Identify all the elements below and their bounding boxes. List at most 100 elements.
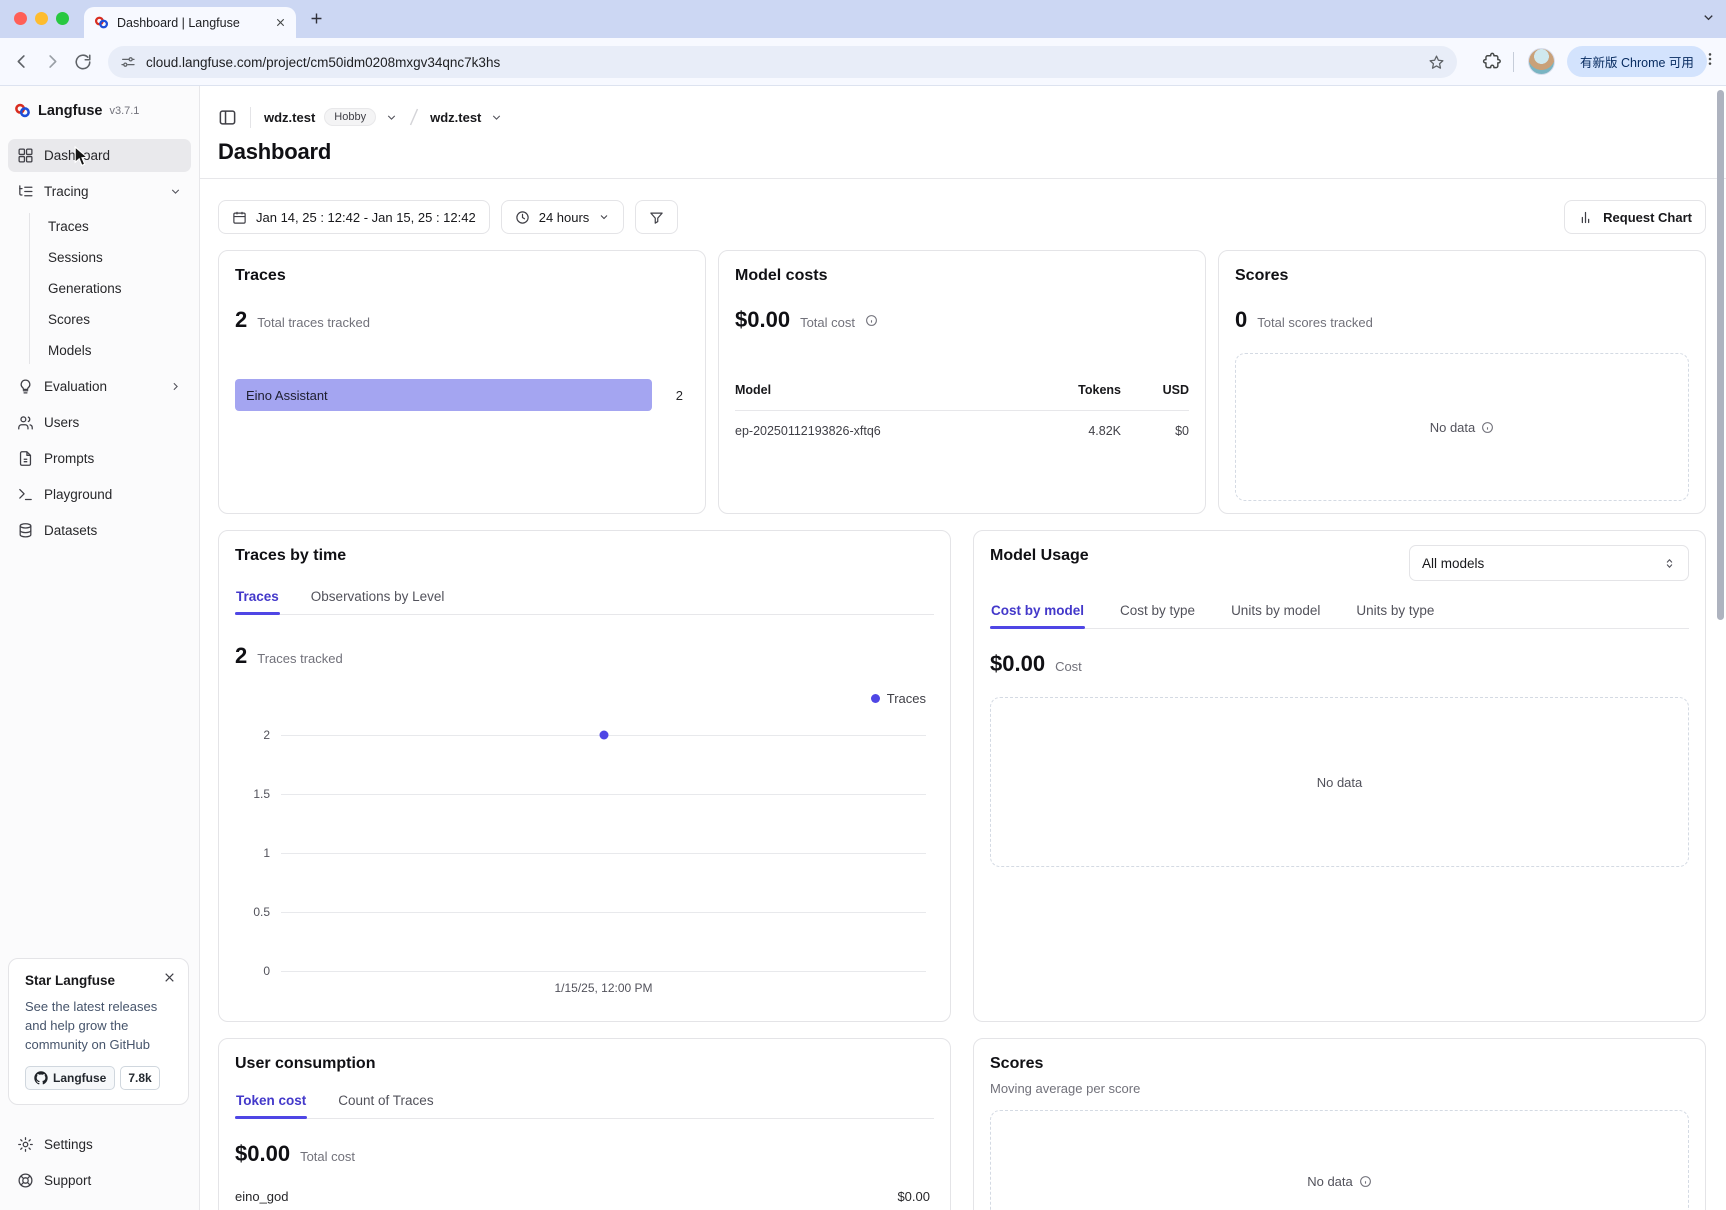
model-select[interactable]: All models (1409, 545, 1689, 581)
interval-select-button[interactable]: 24 hours (501, 200, 625, 234)
window-controls (14, 12, 69, 25)
extensions-icon[interactable] (1482, 51, 1501, 70)
chrome-update-chip[interactable]: 有新版 Chrome 可用 (1567, 46, 1707, 77)
no-data-label: No data (1317, 775, 1363, 790)
chevron-down-icon[interactable] (385, 111, 398, 124)
breadcrumb-project[interactable]: wdz.test (430, 110, 481, 125)
list-tree-icon (17, 183, 34, 200)
sidebar-item-support[interactable]: Support (8, 1164, 192, 1197)
tab-traces[interactable]: Traces (235, 581, 280, 614)
browser-tabstrip: Dashboard | Langfuse (0, 0, 1726, 38)
traces-card: Traces 2 Total traces tracked Eino Assis… (218, 250, 706, 514)
sidebar-item-sessions[interactable]: Sessions (8, 242, 191, 273)
sidebar-item-users[interactable]: Users (8, 406, 191, 439)
sidebar-item-playground[interactable]: Playground (8, 478, 191, 511)
traces-tracked-value: 2 (235, 643, 247, 669)
reload-button[interactable] (74, 53, 92, 71)
tab-observations-by-level[interactable]: Observations by Level (310, 581, 446, 614)
model-costs-value: $0.00 (735, 307, 790, 333)
model-name-cell: ep-20250112193826-xftq6 (735, 424, 1026, 438)
panel-left-collapse-icon[interactable] (218, 108, 237, 127)
close-icon[interactable] (163, 971, 176, 984)
sidebar-footer: Settings Support (8, 1128, 192, 1200)
close-window-button[interactable] (14, 12, 27, 25)
breadcrumb-org[interactable]: wdz.test (264, 110, 315, 125)
sidebar-item-prompts[interactable]: Prompts (8, 442, 191, 475)
tab-units-by-type[interactable]: Units by type (1355, 595, 1435, 628)
column-usd: USD (1121, 383, 1189, 397)
scores-card: Scores 0 Total scores tracked No data (1218, 250, 1706, 514)
github-star-count[interactable]: 7.8k (120, 1066, 159, 1090)
list-item[interactable]: eino_god $0.00 (235, 1189, 934, 1204)
card-title: Traces by time (235, 547, 934, 565)
sidebar: Langfuse v3.7.1 Dashboard Tracing Tra (0, 86, 200, 1210)
gridline: 1 (281, 853, 926, 854)
bookmark-star-icon[interactable] (1428, 54, 1445, 71)
user-consumption-value: $0.00 (235, 1141, 290, 1167)
model-usage-empty-state: No data (990, 697, 1689, 867)
maximize-window-button[interactable] (56, 12, 69, 25)
database-icon (17, 522, 34, 539)
date-range-button[interactable]: Jan 14, 25 : 12:42 - Jan 15, 25 : 12:42 (218, 200, 490, 234)
scores-over-time-card: Scores Moving average per score No data (973, 1038, 1706, 1210)
tab-title: Dashboard | Langfuse (117, 16, 267, 30)
github-repo-pill[interactable]: Langfuse (25, 1066, 115, 1090)
sidebar-item-models[interactable]: Models (8, 335, 191, 366)
forward-button[interactable] (43, 52, 62, 71)
tab-units-by-model[interactable]: Units by model (1230, 595, 1321, 628)
trace-name-bar[interactable]: Eino Assistant (235, 379, 652, 411)
chevron-down-icon[interactable] (490, 111, 503, 124)
traces-bar-row: Eino Assistant 2 (235, 379, 689, 411)
browser-menu-icon[interactable] (1702, 51, 1718, 67)
github-badge[interactable]: Langfuse 7.8k (25, 1066, 174, 1090)
sidebar-item-scores[interactable]: Scores (8, 304, 191, 335)
no-data-label: No data (1307, 1174, 1353, 1189)
minimize-window-button[interactable] (35, 12, 48, 25)
user-consumption-tabs: Token cost Count of Traces (235, 1085, 934, 1119)
trace-bar-value: 2 (676, 388, 689, 403)
site-settings-icon[interactable] (120, 54, 136, 70)
sidebar-item-tracing[interactable]: Tracing (8, 175, 191, 208)
traces-tracked-caption: Traces tracked (257, 651, 343, 666)
tab-token-cost[interactable]: Token cost (235, 1085, 307, 1118)
model-usage-tabs: Cost by model Cost by type Units by mode… (990, 595, 1689, 629)
back-button[interactable] (12, 52, 31, 71)
star-langfuse-card: Star Langfuse See the latest releases an… (8, 958, 189, 1105)
traces-by-time-card: Traces by time Traces Observations by Le… (218, 530, 951, 1022)
filter-button[interactable] (635, 200, 678, 234)
middle-cards-row: Traces by time Traces Observations by Le… (218, 530, 1706, 1022)
breadcrumb-slash (407, 107, 421, 127)
bar-chart-icon (1578, 210, 1593, 225)
sidebar-item-label: Datasets (44, 523, 97, 538)
browser-tab[interactable]: Dashboard | Langfuse (84, 7, 296, 38)
tab-cost-by-type[interactable]: Cost by type (1119, 595, 1196, 628)
sidebar-item-generations[interactable]: Generations (8, 273, 191, 304)
scrollbar[interactable] (1717, 90, 1724, 620)
chevron-down-icon (598, 211, 610, 223)
mouse-cursor (74, 146, 89, 167)
chevron-down-icon (169, 185, 182, 198)
x-axis-label: 1/15/25, 12:00 PM (554, 981, 652, 995)
card-title: Scores (1235, 267, 1689, 285)
sidebar-item-traces[interactable]: Traces (8, 211, 191, 242)
request-chart-button[interactable]: Request Chart (1564, 200, 1706, 234)
tab-cost-by-model[interactable]: Cost by model (990, 595, 1085, 628)
data-point[interactable] (599, 731, 608, 740)
table-row[interactable]: ep-20250112193826-xftq6 4.82K $0 (735, 411, 1189, 438)
sidebar-item-datasets[interactable]: Datasets (8, 514, 191, 547)
sidebar-item-dashboard[interactable]: Dashboard (8, 139, 191, 172)
browser-window: Dashboard | Langfuse cloud.langfuse.com/… (0, 0, 1726, 1210)
user-consumption-card: User consumption Token cost Count of Tra… (218, 1038, 951, 1210)
url-text[interactable]: cloud.langfuse.com/project/cm50idm0208mx… (146, 55, 1418, 70)
tab-count-of-traces[interactable]: Count of Traces (337, 1085, 434, 1118)
traces-total-value: 2 (235, 307, 247, 333)
sidebar-item-settings[interactable]: Settings (8, 1128, 192, 1161)
profile-avatar[interactable] (1528, 48, 1555, 75)
url-bar[interactable]: cloud.langfuse.com/project/cm50idm0208mx… (108, 46, 1457, 78)
sidebar-item-evaluation[interactable]: Evaluation (8, 370, 191, 403)
page-title: Dashboard (218, 139, 1706, 178)
tab-close-icon[interactable] (275, 17, 286, 28)
new-tab-button[interactable] (308, 10, 325, 27)
github-repo-label: Langfuse (53, 1071, 106, 1085)
tab-search-chevron-icon[interactable] (1701, 10, 1716, 25)
